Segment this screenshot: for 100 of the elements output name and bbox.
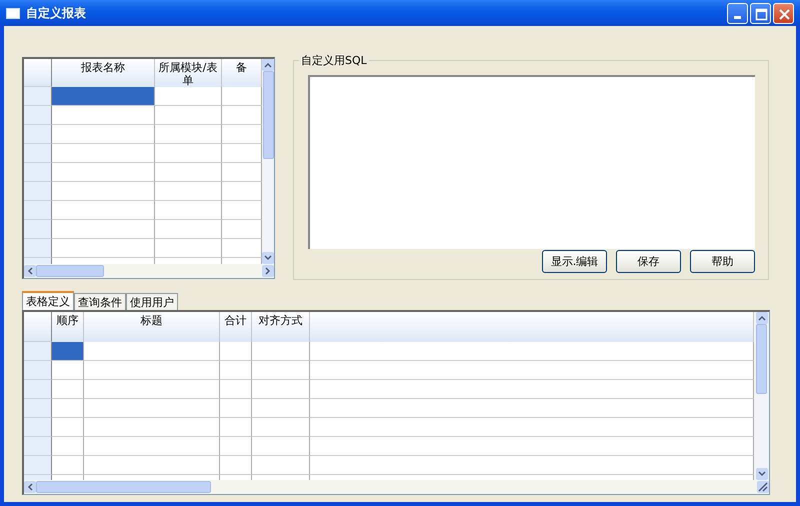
row-header[interactable]: [24, 220, 52, 239]
table-cell[interactable]: [252, 399, 310, 418]
table-cell[interactable]: [84, 342, 220, 361]
column-header[interactable]: 顺序: [52, 312, 84, 342]
tab[interactable]: 查询条件: [74, 293, 126, 310]
table-cell[interactable]: [52, 106, 155, 125]
table-cell[interactable]: [220, 399, 252, 418]
scroll-thumb[interactable]: [756, 324, 767, 394]
minimize-icon: [734, 16, 741, 18]
table-cell[interactable]: [84, 380, 220, 399]
column-header[interactable]: 对齐方式: [252, 312, 310, 342]
table-cell[interactable]: [84, 418, 220, 437]
table-cell[interactable]: [84, 456, 220, 475]
close-button[interactable]: [773, 2, 794, 24]
row-header[interactable]: [24, 456, 52, 475]
horizontal-scrollbar[interactable]: [24, 264, 274, 278]
table-cell[interactable]: [310, 437, 754, 456]
table-cell[interactable]: [84, 361, 220, 380]
table-cell[interactable]: [52, 361, 84, 380]
row-header[interactable]: [24, 106, 52, 125]
action-button[interactable]: 保存: [616, 250, 681, 273]
table-cell[interactable]: [220, 456, 252, 475]
column-header[interactable]: 所属模块/表单: [155, 59, 222, 87]
horizontal-scrollbar[interactable]: [24, 480, 769, 494]
table-cell[interactable]: [155, 201, 222, 220]
table-cell[interactable]: [52, 437, 84, 456]
table-cell[interactable]: [252, 380, 310, 399]
tab[interactable]: 使用用户: [126, 293, 178, 310]
table-cell[interactable]: [52, 87, 155, 106]
column-header[interactable]: 标题: [84, 312, 220, 342]
column-header[interactable]: 合计: [220, 312, 252, 342]
table-cell[interactable]: [310, 361, 754, 380]
table-cell[interactable]: [52, 380, 84, 399]
row-header[interactable]: [24, 437, 52, 456]
table-cell[interactable]: [155, 125, 222, 144]
table-cell[interactable]: [52, 342, 84, 361]
table-cell[interactable]: [52, 125, 155, 144]
vertical-scrollbar[interactable]: [754, 312, 769, 480]
table-cell[interactable]: [52, 201, 155, 220]
vertical-scrollbar[interactable]: [262, 59, 274, 264]
table-cell[interactable]: [252, 437, 310, 456]
table-cell[interactable]: [310, 380, 754, 399]
table-cell[interactable]: [252, 342, 310, 361]
table-cell[interactable]: [52, 182, 155, 201]
table-cell[interactable]: [252, 361, 310, 380]
row-header[interactable]: [24, 342, 52, 361]
maximize-button[interactable]: [750, 2, 771, 24]
table-cell[interactable]: [220, 437, 252, 456]
table-cell[interactable]: [84, 437, 220, 456]
table-cell[interactable]: [52, 163, 155, 182]
group-label: 自定义用SQL: [299, 53, 369, 68]
window-title: 自定义报表: [26, 4, 87, 22]
row-header[interactable]: [24, 418, 52, 437]
row-header[interactable]: [24, 361, 52, 380]
row-header[interactable]: [24, 380, 52, 399]
table-cell[interactable]: [310, 399, 754, 418]
tab[interactable]: 表格定义: [22, 291, 74, 310]
scroll-thumb[interactable]: [36, 481, 211, 493]
table-cell[interactable]: [155, 182, 222, 201]
table-cell[interactable]: [220, 342, 252, 361]
row-header[interactable]: [24, 144, 52, 163]
table-cell[interactable]: [155, 106, 222, 125]
table-cell[interactable]: [220, 361, 252, 380]
table-cell[interactable]: [84, 399, 220, 418]
column-header[interactable]: 报表名称: [52, 59, 155, 87]
column-header[interactable]: 备: [222, 59, 262, 87]
table-cell[interactable]: [155, 87, 222, 106]
corner-header: [24, 59, 52, 87]
row-header[interactable]: [24, 182, 52, 201]
action-button[interactable]: 显示.编辑: [542, 250, 607, 273]
minimize-button[interactable]: [727, 2, 748, 24]
row-header[interactable]: [24, 163, 52, 182]
table-cell[interactable]: [52, 239, 155, 258]
table-cell[interactable]: [155, 144, 222, 163]
table-cell[interactable]: [52, 456, 84, 475]
table-cell[interactable]: [155, 163, 222, 182]
action-button[interactable]: 帮助: [690, 250, 755, 273]
resize-grip-icon[interactable]: [757, 481, 769, 493]
table-cell[interactable]: [310, 456, 754, 475]
window-icon: [6, 8, 20, 18]
table-cell[interactable]: [155, 220, 222, 239]
table-cell[interactable]: [52, 399, 84, 418]
table-cell[interactable]: [155, 239, 222, 258]
row-header[interactable]: [24, 125, 52, 144]
table-cell[interactable]: [310, 342, 754, 361]
row-header[interactable]: [24, 201, 52, 220]
table-cell[interactable]: [52, 418, 84, 437]
row-header[interactable]: [24, 87, 52, 106]
scroll-thumb[interactable]: [262, 71, 274, 159]
table-cell[interactable]: [220, 418, 252, 437]
corner-header: [24, 312, 52, 342]
table-cell[interactable]: [220, 380, 252, 399]
table-cell[interactable]: [252, 418, 310, 437]
table-cell[interactable]: [252, 456, 310, 475]
scroll-thumb[interactable]: [36, 265, 104, 277]
row-header[interactable]: [24, 399, 52, 418]
row-header[interactable]: [24, 239, 52, 258]
table-cell[interactable]: [310, 418, 754, 437]
table-cell[interactable]: [52, 144, 155, 163]
table-cell[interactable]: [52, 220, 155, 239]
